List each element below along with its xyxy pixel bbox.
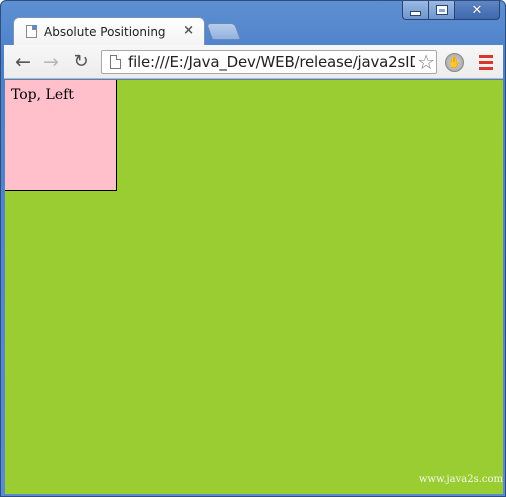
maximize-button[interactable] <box>429 1 455 20</box>
close-icon: ✕ <box>471 2 483 18</box>
browser-toolbar: ← → ↻ file:///E:/Java_Dev/WEB/release/ja… <box>4 45 503 79</box>
minimize-icon <box>411 11 420 15</box>
address-text[interactable]: file:///E:/Java_Dev/WEB/release/java2sID <box>128 53 421 71</box>
minimize-button[interactable] <box>402 1 429 20</box>
positioned-box: Top, Left <box>5 80 117 191</box>
bookmark-star-icon[interactable]: ☆ <box>415 51 435 73</box>
close-window-button[interactable]: ✕ <box>455 1 500 20</box>
browser-window: ✕ Absolute Positioning × ← → ↻ file:///E… <box>0 0 506 497</box>
forward-arrow-icon[interactable]: → <box>40 51 62 73</box>
reload-icon[interactable]: ↻ <box>70 51 92 73</box>
tab-absolute-positioning[interactable]: Absolute Positioning × <box>13 17 205 45</box>
page-viewport: Top, Left www.java2s.com <box>5 80 503 494</box>
page-icon <box>110 55 121 69</box>
window-caption-buttons: ✕ <box>402 1 500 20</box>
menu-icon[interactable] <box>479 55 493 73</box>
new-tab-button[interactable] <box>205 23 242 40</box>
maximize-icon <box>436 6 447 14</box>
page-icon <box>26 25 37 38</box>
tab-title: Absolute Positioning <box>44 24 166 39</box>
extension-icon[interactable]: ✋ <box>445 53 464 72</box>
box-label: Top, Left <box>11 87 74 103</box>
tab-close-icon[interactable]: × <box>183 23 194 38</box>
back-arrow-icon[interactable]: ← <box>12 51 34 73</box>
watermark-text: www.java2s.com <box>418 474 503 485</box>
address-bar[interactable]: file:///E:/Java_Dev/WEB/release/java2sID… <box>101 50 437 74</box>
